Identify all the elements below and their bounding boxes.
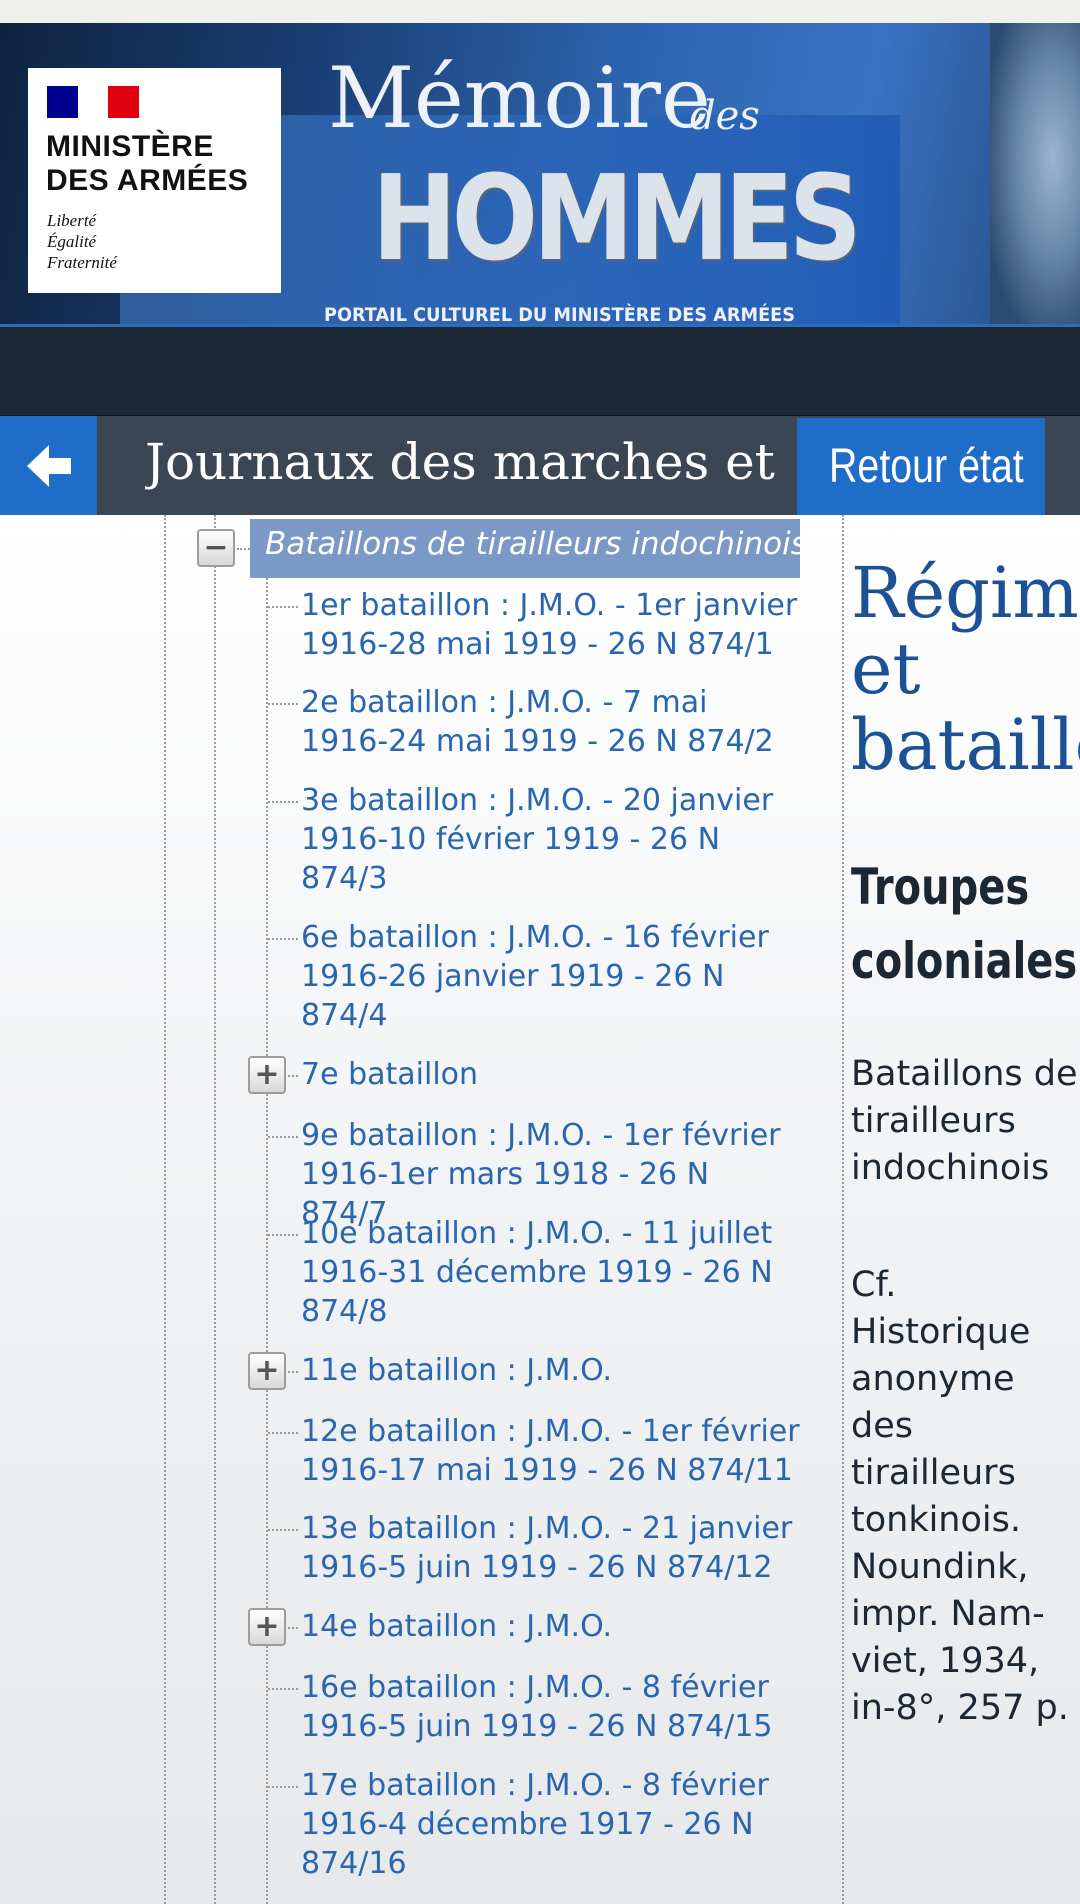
detail-group-name: Bataillons de tirailleurs indochinois <box>851 1054 1078 1188</box>
tree-item-link[interactable]: 6e bataillon : J.M.O. - 16 février 1916-… <box>301 918 801 1035</box>
tree-item-link[interactable]: 10e bataillon : J.M.O. - 11 juillet 1916… <box>301 1214 801 1331</box>
expand-toggle-icon[interactable]: + <box>248 1608 286 1646</box>
arrow-left-icon <box>26 444 71 487</box>
tree-item-link[interactable]: 3e bataillon : J.M.O. - 20 janvier 1916-… <box>301 781 801 898</box>
tree-connector <box>268 1688 298 1690</box>
site-banner[interactable]: MINISTÈRE DES ARMÉES Liberté Égalité Fra… <box>0 23 1080 327</box>
page-title: Journaux des marches et <box>145 433 775 491</box>
tree-item-link[interactable]: 13e bataillon : J.M.O. - 21 janvier 1916… <box>301 1509 801 1587</box>
tree-item-link[interactable]: 16e bataillon : J.M.O. - 8 février 1916-… <box>301 1668 801 1746</box>
site-tagline: PORTAIL CULTUREL DU MINISTÈRE DES ARMÉES <box>324 304 795 326</box>
tree-connector <box>268 1136 298 1138</box>
ministry-name: MINISTÈRE DES ARMÉES <box>46 130 249 197</box>
tree-guide-line <box>164 515 166 1904</box>
back-button[interactable] <box>0 416 97 515</box>
tree-connector <box>268 703 298 705</box>
tree-connector <box>268 1234 298 1236</box>
republic-motto: Liberté Égalité Fraternité <box>47 211 117 272</box>
tree-item-link[interactable]: 2e bataillon : J.M.O. - 7 mai 1916-24 ma… <box>301 683 801 761</box>
tree-connector <box>288 1075 298 1077</box>
panel-divider <box>842 515 844 1904</box>
detail-note: Cf. Historique anonyme des tirailleurs t… <box>851 1265 1069 1728</box>
tree-selected-group[interactable]: Bataillons de tirailleurs indochinois <box>250 519 800 578</box>
page-toolbar: Journaux des marches et Retour état <box>0 416 1080 515</box>
tree-item-link[interactable]: 1er bataillon : J.M.O. - 1er janvier 191… <box>301 586 801 664</box>
ministry-logo[interactable]: MINISTÈRE DES ARMÉES Liberté Égalité Fra… <box>28 68 281 293</box>
tree-item-link[interactable]: 11e bataillon : J.M.O. <box>301 1351 801 1390</box>
retour-etat-label: Retour état <box>829 440 1024 493</box>
tree-item-link[interactable]: 17e bataillon : J.M.O. - 8 février 1916-… <box>301 1766 801 1883</box>
tree-connector <box>268 938 298 940</box>
detail-subtitle: Troupes coloniales <box>851 858 1078 990</box>
tree-connector <box>268 801 298 803</box>
site-title-memoire: Mémoire <box>328 49 711 147</box>
expand-toggle-icon[interactable]: + <box>248 1352 286 1390</box>
tree-item-link[interactable]: 14e bataillon : J.M.O. <box>301 1607 801 1646</box>
site-title-des: des <box>690 93 760 139</box>
french-flag-icon <box>47 86 139 118</box>
tree-connector <box>268 1432 298 1434</box>
site-title-hommes: HOMMES <box>372 149 862 287</box>
tree-connector <box>268 1529 298 1531</box>
tree-connector <box>268 1786 298 1788</box>
expand-toggle-icon[interactable]: + <box>248 1056 286 1094</box>
banner-portrait-image <box>990 23 1080 327</box>
tree-connector <box>288 1627 298 1629</box>
tree-item-link[interactable]: 7e bataillon <box>301 1055 801 1094</box>
navigation-bar <box>0 327 1080 416</box>
retour-etat-button[interactable]: Retour état <box>797 418 1045 515</box>
tree-guide-line <box>266 570 268 1904</box>
tree-guide-line <box>214 515 216 1904</box>
tree-connector <box>288 1371 298 1373</box>
detail-title: Régime et bataillo <box>851 552 1080 786</box>
tree-item-link[interactable]: 12e bataillon : J.M.O. - 1er février 191… <box>301 1412 801 1490</box>
main-content: − Bataillons de tirailleurs indochinois … <box>0 515 1080 1904</box>
top-status-strip <box>0 0 1080 23</box>
collapse-toggle-icon[interactable]: − <box>197 529 235 567</box>
tree-connector <box>237 548 250 550</box>
tree-connector <box>268 606 298 608</box>
